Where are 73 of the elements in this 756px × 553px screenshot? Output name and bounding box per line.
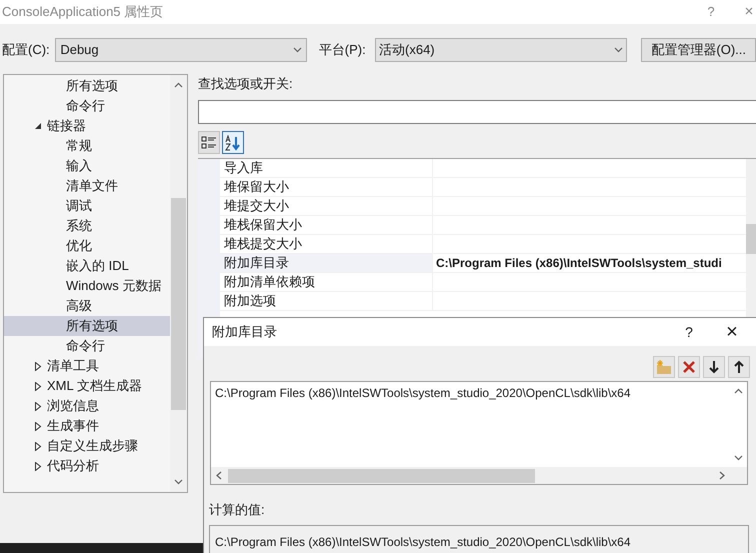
tree-item[interactable]: 命令行 [4, 96, 170, 116]
property-name[interactable]: 附加选项 [220, 292, 433, 310]
dialog-title: 附加库目录 [211, 323, 278, 342]
scrollbar-thumb[interactable] [746, 224, 756, 254]
toolbar-button[interactable] [728, 356, 750, 378]
config-dropdown[interactable]: Debug [55, 38, 307, 62]
collapsed-triangle-icon[interactable] [34, 462, 42, 470]
property-name[interactable]: 附加库目录 [220, 254, 433, 272]
scroll-up-icon[interactable] [174, 82, 183, 88]
tree-item[interactable]: 代码分析 [4, 456, 170, 476]
property-name[interactable]: 堆保留大小 [220, 178, 433, 196]
view-toggle-button[interactable] [198, 131, 220, 154]
tree-item[interactable]: 所有选项 [4, 76, 170, 96]
tree-item[interactable]: 生成事件 [4, 416, 170, 436]
search-field[interactable] [198, 100, 756, 124]
close-button[interactable]: × [724, 317, 740, 347]
window-title: ConsoleApplication5 属性页 [1, 3, 164, 22]
scrollbar-thumb[interactable] [228, 468, 535, 482]
tree-item[interactable]: 链接器 [4, 116, 170, 136]
property-name[interactable]: 堆栈提交大小 [220, 235, 433, 253]
delete-icon [682, 360, 696, 374]
tree-item[interactable]: XML 文档生成器 [4, 376, 170, 396]
tree-item[interactable]: Windows 元数据 [4, 276, 170, 296]
property-name[interactable]: 附加清单依赖项 [220, 273, 433, 291]
tree-item[interactable]: 清单文件 [4, 176, 170, 196]
property-name[interactable]: 堆提交大小 [220, 197, 433, 215]
config-label: 配置(C): [2, 41, 51, 60]
up-arrow-icon [733, 360, 745, 374]
tree-item[interactable]: 命令行 [4, 336, 170, 356]
view-toggle-button[interactable] [222, 131, 244, 154]
tree-item[interactable]: 自定义生成步骤 [4, 436, 170, 456]
tree-item[interactable]: 浏览信息 [4, 396, 170, 416]
computed-value: C:\Program Files (x86)\IntelSWTools\system_studio_2020\OpenCL\sdk\lib\x64 [215, 534, 631, 548]
platform-dropdown[interactable]: 活动(x64) [375, 38, 628, 62]
toolbar-button[interactable] [703, 356, 725, 378]
property-value[interactable]: C:\Program Files (x86)\IntelSWTools\system_studi [433, 254, 722, 272]
tree-item[interactable]: 常规 [4, 136, 170, 156]
chevron-down-icon[interactable] [614, 47, 624, 53]
tree-item[interactable]: 优化 [4, 236, 170, 256]
scrollbar[interactable] [170, 75, 187, 492]
help-button[interactable]: ? [704, 2, 718, 22]
tree-item[interactable]: 清单工具 [4, 356, 170, 376]
expanded-triangle-icon[interactable] [34, 122, 42, 130]
platform-label: 平台(P): [318, 41, 367, 60]
collapsed-triangle-icon[interactable] [34, 422, 42, 430]
tree-item[interactable]: 输入 [4, 156, 170, 176]
new-folder-icon [656, 360, 672, 374]
property-name[interactable]: 导入库 [220, 159, 433, 177]
tree-item[interactable]: 高级 [4, 296, 170, 316]
tree-item[interactable]: 调试 [4, 196, 170, 216]
collapsed-triangle-icon[interactable] [34, 402, 42, 410]
sort-icon [225, 134, 241, 150]
search-label: 查找选项或开关: [198, 75, 294, 92]
config-manager-button[interactable]: 配置管理器(O)... [641, 38, 756, 62]
categorized-list-icon [201, 134, 217, 150]
down-arrow-icon [708, 360, 720, 374]
scroll-down-icon[interactable] [734, 455, 743, 461]
tree-item[interactable]: 所有选项 [4, 316, 170, 336]
scrollbar-thumb[interactable] [171, 198, 186, 410]
computed-value-label: 计算的值: [209, 501, 266, 519]
property-name[interactable]: 堆栈保留大小 [220, 216, 433, 234]
scroll-up-icon[interactable] [734, 388, 743, 394]
tree-item[interactable]: 嵌入的 IDL [4, 256, 170, 276]
help-button[interactable]: ? [682, 322, 696, 342]
chevron-down-icon[interactable] [292, 47, 302, 53]
close-button[interactable]: × [742, 0, 756, 24]
scrollbar[interactable] [211, 467, 747, 484]
tree-item[interactable]: 系统 [4, 216, 170, 236]
collapsed-triangle-icon[interactable] [34, 442, 42, 450]
scroll-down-icon[interactable] [174, 479, 183, 485]
collapsed-triangle-icon[interactable] [34, 382, 42, 390]
directory-entry[interactable]: C:\Program Files (x86)\IntelSWTools\system_studio_2020\OpenCL\sdk\lib\x64 [215, 384, 730, 402]
collapsed-triangle-icon[interactable] [34, 362, 42, 370]
